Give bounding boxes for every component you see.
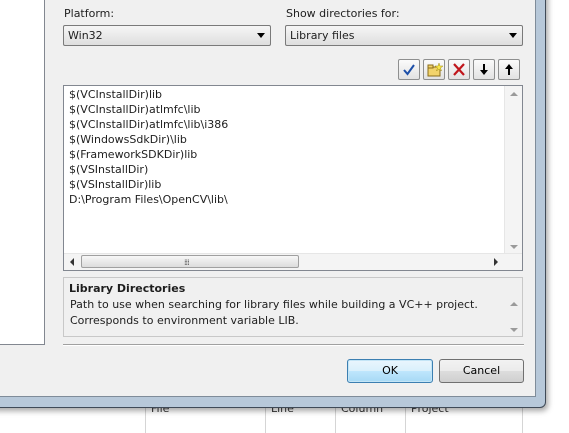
chevron-down-icon [509,33,517,38]
delete-button[interactable] [448,59,470,80]
vertical-scrollbar[interactable] [504,86,522,255]
platform-dropdown[interactable]: Win32 [63,25,271,46]
list-item[interactable]: $(VCInstallDir)atlmfc\lib\i386 [69,118,228,131]
list-item[interactable]: $(VCInstallDir)lib [69,88,162,101]
list-item[interactable]: $(VCInstallDir)atlmfc\lib [69,103,201,116]
move-down-icon [480,64,488,75]
scroll-down-arrow-icon[interactable] [510,245,518,249]
description-scrollbar[interactable] [505,296,522,336]
grip-icon: ⁞⁞⁞ [184,258,190,267]
show-directories-value: Library files [290,29,355,42]
scroll-left-arrow-icon[interactable] [70,258,74,266]
horizontal-scrollbar[interactable]: ⁞⁞⁞ [64,253,522,270]
separator [63,344,524,346]
show-directories-label: Show directories for: [286,7,400,20]
list-item[interactable]: D:\Program Files\OpenCV\lib\ [69,193,228,206]
chevron-down-icon [257,33,265,38]
check-button[interactable] [398,59,420,80]
scroll-right-arrow-icon[interactable] [494,258,498,266]
move-down-button[interactable] [473,59,495,80]
list-item[interactable]: $(VSInstallDir) [69,163,148,176]
scroll-down-arrow-icon[interactable] [510,328,518,332]
ok-button[interactable]: OK [347,359,433,383]
scroll-up-arrow-icon[interactable] [510,92,518,96]
options-tree-pane[interactable] [0,0,45,345]
description-title: Library Directories [69,282,186,295]
description-line: Path to use when searching for library f… [70,298,478,311]
move-up-icon [505,64,513,75]
show-directories-dropdown[interactable]: Library files [285,25,523,46]
horizontal-scroll-thumb[interactable]: ⁞⁞⁞ [81,255,299,268]
description-panel: Library Directories Path to use when sea… [63,277,523,337]
check-icon [403,64,415,76]
new-line-button[interactable] [423,59,445,80]
description-line: Corresponds to environment variable LIB. [70,314,299,327]
delete-icon [453,63,465,76]
platform-value: Win32 [68,29,103,42]
directories-list[interactable]: $(VCInstallDir)lib $(VCInstallDir)atlmfc… [63,85,523,271]
options-dialog: Platform: Win32 Show directories for: Li… [0,0,536,397]
cancel-button[interactable]: Cancel [439,359,524,383]
new-folder-icon [427,62,443,77]
list-item[interactable]: $(VSInstallDir)lib [69,178,161,191]
scroll-up-arrow-icon[interactable] [510,302,518,306]
platform-label: Platform: [64,7,115,20]
move-up-button[interactable] [498,59,520,80]
list-item[interactable]: $(WindowsSdkDir)\lib [69,133,187,146]
list-item[interactable]: $(FrameworkSDKDir)lib [69,148,197,161]
